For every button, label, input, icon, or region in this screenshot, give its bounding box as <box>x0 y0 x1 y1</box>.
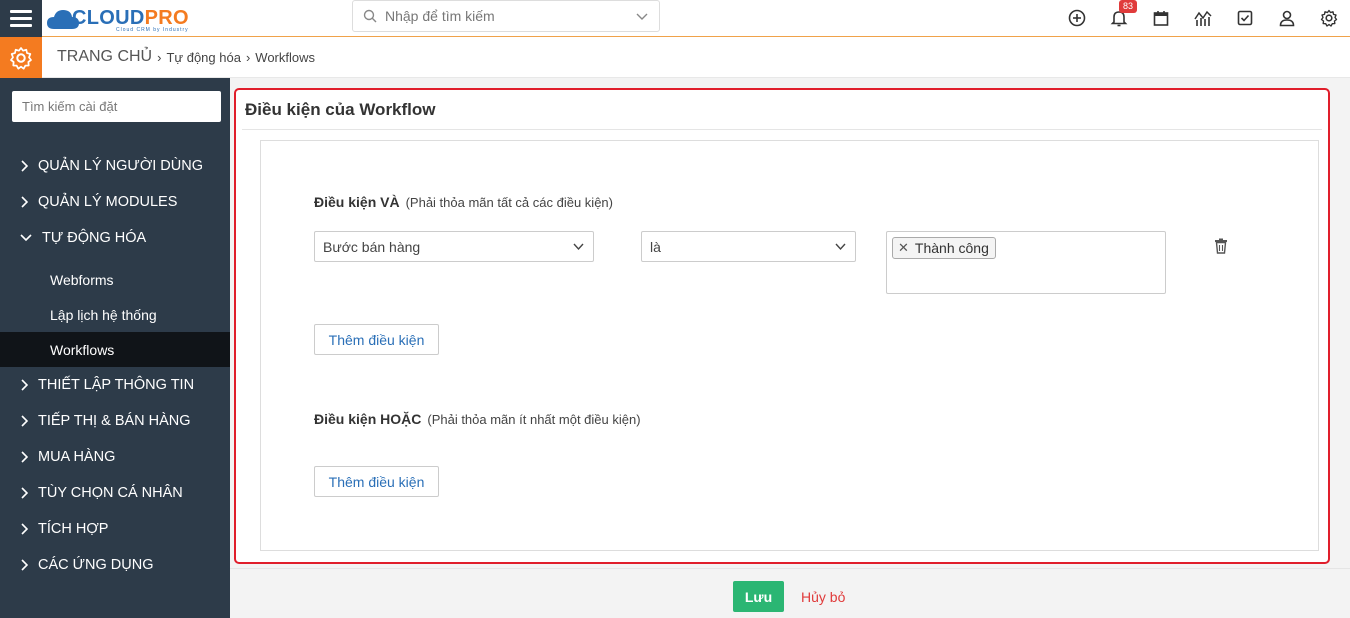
sidebar-item-personal-options[interactable]: TÙY CHỌN CÁ NHÂN <box>0 475 230 511</box>
sidebar-item-integrations[interactable]: TÍCH HỢP <box>0 511 230 547</box>
panel-title: Điều kiện của Workflow <box>245 100 436 119</box>
sidebar-item-label: CÁC ỨNG DỤNG <box>38 557 154 573</box>
chevron-down-icon <box>20 232 34 244</box>
sidebar-item-apps[interactable]: CÁC ỨNG DỤNG <box>0 547 230 583</box>
chevron-right-icon <box>20 451 30 463</box>
top-bar: CLOUDPRO Cloud CRM by Industry Nhập để t… <box>0 0 1350 37</box>
global-search[interactable]: Nhập để tìm kiếm <box>352 0 660 32</box>
search-icon <box>363 9 377 23</box>
cloud-logo-icon <box>47 9 79 29</box>
chevron-down-icon[interactable] <box>635 9 649 23</box>
sidebar-item-label: TỰ ĐỘNG HÓA <box>42 230 147 246</box>
workflow-conditions-panel: Điều kiện của Workflow Điều kiện VÀ (Phải… <box>234 88 1330 564</box>
divider <box>242 129 1322 130</box>
condition-operator-select[interactable]: là <box>641 231 856 262</box>
or-conditions-note: (Phải thỏa mãn ít nhất một điều kiện) <box>427 412 641 427</box>
sidebar-item-user-management[interactable]: QUẢN LÝ NGƯỜI DÙNG <box>0 148 230 184</box>
cancel-button[interactable]: Hủy bỏ <box>801 581 845 612</box>
sidebar-subitem-workflows[interactable]: Workflows <box>0 332 230 367</box>
user-icon[interactable] <box>1266 0 1308 36</box>
save-button[interactable]: Lưu <box>733 581 784 612</box>
condition-value-tag[interactable]: ✕ Thành công <box>892 237 996 259</box>
settings-menu: QUẢN LÝ NGƯỜI DÙNG QUẢN LÝ MODULES TỰ ĐỘ… <box>0 148 230 583</box>
condition-value-tag-label: Thành công <box>914 240 989 256</box>
notification-badge: 83 <box>1119 0 1138 13</box>
or-conditions-heading: Điều kiện HOẶC (Phải thỏa mãn ít nhất một… <box>314 411 641 427</box>
hamburger-menu-icon[interactable] <box>0 0 42 37</box>
calendar-icon[interactable] <box>1140 0 1182 36</box>
logo-text-cloud: CLOUD <box>72 7 145 29</box>
gear-icon[interactable] <box>1308 0 1350 36</box>
breadcrumb-separator-icon: › <box>157 49 162 65</box>
and-conditions-title: Điều kiện VÀ <box>314 194 400 210</box>
plus-circle-icon[interactable] <box>1056 0 1098 36</box>
sidebar-item-marketing-sales[interactable]: TIẾP THỊ & BÁN HÀNG <box>0 403 230 439</box>
settings-sidebar: Tìm kiếm cài đặt QUẢN LÝ NGƯỜI DÙNG QUẢN… <box>0 78 230 618</box>
chevron-down-icon <box>835 243 846 251</box>
breadcrumb-workflows[interactable]: Workflows <box>255 50 315 65</box>
main-content: Điều kiện của Workflow Điều kiện VÀ (Phải… <box>230 78 1350 618</box>
sidebar-item-automation[interactable]: TỰ ĐỘNG HÓA <box>0 220 230 256</box>
breadcrumb: TRANG CHỦ › Tự động hóa › Workflows <box>42 37 1350 78</box>
chart-icon[interactable] <box>1182 0 1224 36</box>
checkbox-icon[interactable] <box>1224 0 1266 36</box>
trash-icon[interactable] <box>1214 238 1228 254</box>
search-input[interactable]: Nhập để tìm kiếm <box>385 8 635 24</box>
condition-value-multiselect[interactable]: ✕ Thành công <box>886 231 1166 294</box>
condition-field-value: Bước bán hàng <box>323 238 421 255</box>
remove-tag-icon[interactable]: ✕ <box>898 240 909 256</box>
add-and-condition-button[interactable]: Thêm điều kiện <box>314 324 439 355</box>
sidebar-item-label: MUA HÀNG <box>38 449 116 465</box>
form-footer: Lưu Hủy bỏ <box>230 568 1350 618</box>
chevron-right-icon <box>20 559 30 571</box>
settings-gear-icon <box>10 46 32 70</box>
and-conditions-heading: Điều kiện VÀ (Phải thỏa mãn tất cả các đi… <box>314 194 613 210</box>
add-or-condition-button[interactable]: Thêm điều kiện <box>314 466 439 497</box>
chevron-right-icon <box>20 379 30 391</box>
chevron-right-icon <box>20 523 30 535</box>
logo-text-pro: PRO <box>144 7 189 29</box>
breadcrumb-home[interactable]: TRANG CHỦ <box>57 48 152 66</box>
and-conditions-note: (Phải thỏa mãn tất cả các điều kiện) <box>405 195 613 210</box>
logo-tagline: Cloud CRM by Industry <box>116 27 189 33</box>
sidebar-item-modules[interactable]: QUẢN LÝ MODULES <box>0 184 230 220</box>
settings-search-input[interactable]: Tìm kiếm cài đặt <box>12 91 221 122</box>
chevron-right-icon <box>20 196 30 208</box>
sidebar-item-label: TÍCH HỢP <box>38 521 109 537</box>
sidebar-item-label: TIẾP THỊ & BÁN HÀNG <box>38 413 191 429</box>
sidebar-item-info-setup[interactable]: THIẾT LẬP THÔNG TIN <box>0 367 230 403</box>
logo[interactable]: CLOUDPRO Cloud CRM by Industry <box>46 2 189 35</box>
sidebar-item-label: QUẢN LÝ NGƯỜI DÙNG <box>38 158 204 174</box>
chevron-right-icon <box>20 160 30 172</box>
top-icons: 83 <box>1056 0 1350 36</box>
breadcrumb-automation[interactable]: Tự động hóa <box>166 50 240 65</box>
chevron-right-icon <box>20 487 30 499</box>
sidebar-item-purchasing[interactable]: MUA HÀNG <box>0 439 230 475</box>
sidebar-subitem-scheduler[interactable]: Lập lịch hệ thống <box>0 297 230 332</box>
bell-icon[interactable]: 83 <box>1098 0 1140 36</box>
or-conditions-title: Điều kiện HOẶC <box>314 411 422 427</box>
sidebar-item-label: TÙY CHỌN CÁ NHÂN <box>38 485 183 501</box>
conditions-container: Điều kiện VÀ (Phải thỏa mãn tất cả các đi… <box>260 140 1319 551</box>
chevron-down-icon <box>573 243 584 251</box>
breadcrumb-separator-icon: › <box>245 49 251 65</box>
sidebar-subitem-webforms[interactable]: Webforms <box>0 262 230 297</box>
settings-gear-button[interactable] <box>0 37 42 78</box>
chevron-right-icon <box>20 415 30 427</box>
condition-field-select[interactable]: Bước bán hàng <box>314 231 594 262</box>
sidebar-item-label: THIẾT LẬP THÔNG TIN <box>38 377 195 393</box>
condition-operator-value: là <box>650 238 661 255</box>
sidebar-item-label: QUẢN LÝ MODULES <box>38 194 178 210</box>
